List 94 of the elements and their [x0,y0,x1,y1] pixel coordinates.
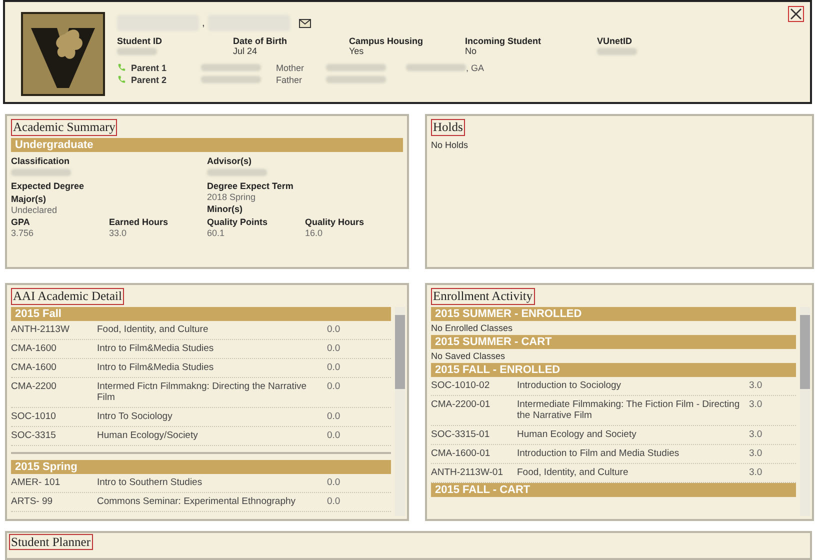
section-band: 2015 FALL - ENROLLED [431,363,796,377]
relation-text: Father [276,74,304,84]
course-hours: 0.0 [327,381,342,394]
course-hours: 3.0 [749,448,764,459]
course-code: SOC-3315 [11,430,57,441]
course-title: Intro to Film&Media Studies [97,343,215,354]
course-title: Food, Identity, and Culture [517,467,630,478]
parent-label: Parent 1 [131,62,168,72]
course-code: ARTS- 99 [11,496,54,507]
field-label: Expected Degree [11,181,84,192]
term-band: 2015 Spring [11,460,391,474]
course-title: Intro To Sociology [97,411,174,422]
field-label: Incoming Student [465,36,542,46]
field-label: Advisor(s) [207,156,252,167]
course-code: AMER- 101 [11,477,62,488]
course-hours: 0.0 [327,362,342,373]
close-button[interactable] [788,6,804,22]
field-value: Jul 24 [233,46,258,56]
field-label: Degree Expect Term [207,181,294,192]
section-band: 2015 SUMMER - ENROLLED [431,307,796,321]
field-label: VUnetID [597,36,634,46]
mail-icon[interactable] [298,18,311,28]
course-code: SOC-1010-02 [431,380,491,391]
course-code: CMA-1600 [11,362,58,373]
panel-title: Enrollment Activity [431,288,535,305]
course-title: Human Ecology/Society [97,430,199,441]
field-label: Date of Birth [233,36,288,46]
field-label: Minor(s) [207,204,242,215]
course-code: ANTH-2113W-01 [431,467,504,478]
redacted-city [406,64,466,71]
stat-label: Quality Hours [305,217,364,228]
scrollbar[interactable] [800,307,810,516]
course-hours: 3.0 [749,429,764,440]
course-code: CMA-2200-01 [431,399,492,412]
empty-text: No Enrolled Classes [431,322,514,335]
stat-value: 16.0 [305,228,323,238]
parent-label: Parent 2 [131,74,168,84]
redacted-phone [326,76,386,83]
course-code: CMA-1600 [11,343,58,354]
course-title: Intermediate Filmmaking: The Fiction Film - Directing the Narrative Film [517,399,741,421]
section-band: 2015 SUMMER - CART [431,335,796,349]
panel-title: Student Planner [9,534,93,550]
empty-text: No Saved Classes [431,350,506,363]
stat-label: Earned Hours [109,217,168,228]
course-hours: 0.0 [327,496,342,507]
course-hours: 0.0 [327,411,342,422]
course-title: Intro to Film&Media Studies [97,362,215,373]
course-code: CMA-2200 [11,381,58,394]
course-title: Introduction to Film and Media Studies [517,448,680,459]
field-label: Major(s) [11,194,46,205]
scrollbar[interactable] [395,307,405,516]
course-title: Food, Identity, and Culture [97,324,210,335]
redacted-name [201,76,261,83]
course-title: Commons Seminar: Experimental Ethnography [97,496,297,507]
location-text: , GA [466,62,484,72]
course-title: Introduction to Sociology [517,380,622,391]
course-code: ANTH-2113W [11,324,70,335]
field-label: Student ID [117,36,163,46]
term-band: 2015 Fall [11,307,391,321]
panel-title: AAI Academic Detail [11,288,124,305]
course-hours: 3.0 [749,467,764,478]
course-hours: 0.0 [327,477,342,488]
stat-value: 60.1 [207,228,225,238]
course-hours: 0.0 [327,343,342,354]
section-band: Undergraduate [11,138,403,152]
field-value: No [465,46,478,56]
course-title: Human Ecology and Society [517,429,638,440]
panel-title: Holds [431,119,465,136]
course-code: SOC-1010 [11,411,57,422]
stat-value: 33.0 [109,228,127,238]
redacted-phone [326,64,386,71]
field-value: 2018 Spring [207,192,256,202]
course-hours: 0.0 [327,430,342,441]
course-hours: 0.0 [327,324,342,335]
shield-logo-icon [21,12,105,96]
course-hours: 3.0 [749,380,764,391]
field-value: Yes [349,46,365,56]
redacted-name [201,64,261,71]
field-label: Classification [11,156,70,167]
course-code: CMA-1600-01 [431,448,492,459]
course-title: Intermed Fictn Filmmakng: Directing the Narrative Film [97,381,308,403]
name-separator: , [202,18,205,28]
section-band: 2015 FALL - CART [431,483,796,497]
field-value: Undeclared [11,205,58,215]
stat-label: Quality Points [207,217,268,228]
course-code: SOC-3315-01 [431,429,491,440]
stat-value: 3.756 [11,228,34,238]
stat-label: GPA [11,217,30,228]
holds-text: No Holds [431,139,468,152]
course-title: Intro to Southern Studies [97,477,204,488]
relation-text: Mother [276,62,306,72]
panel-title: Academic Summary [11,119,118,136]
course-hours: 3.0 [749,399,764,412]
field-label: Campus Housing [349,36,424,46]
